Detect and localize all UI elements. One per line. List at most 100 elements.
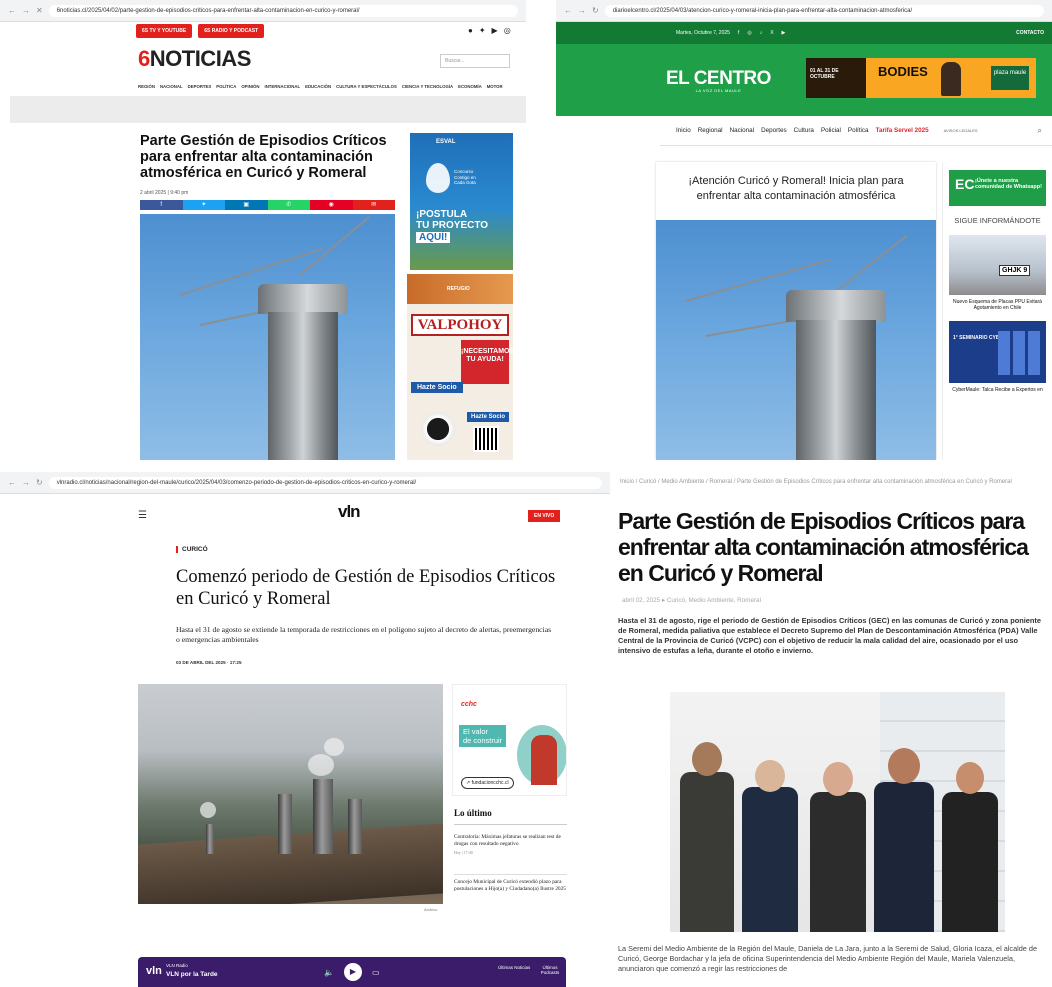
facebook-icon[interactable]: ● [468, 26, 473, 35]
ad-link-button[interactable]: ↗ fundacioncchc.cl [461, 777, 514, 789]
reload-icon[interactable]: ↻ [36, 478, 43, 487]
water-drop-icon [426, 163, 450, 193]
menu-item[interactable]: NACIONAL [160, 84, 183, 89]
whatsapp-banner[interactable]: EC ¡Únete a nuestra comunidad de Whatsap… [949, 170, 1046, 206]
nav-item-highlight[interactable]: Tarifa Servel 2025 [876, 127, 929, 134]
site-logo[interactable]: vln [338, 502, 361, 522]
hazte-socio-label-2[interactable]: Hazte Socio [467, 412, 510, 422]
forward-icon[interactable]: → [22, 6, 30, 15]
nav-item[interactable]: Política [848, 127, 869, 134]
help-badge: ¡NECESITAMOS TU AYUDA! [461, 340, 513, 384]
menu-item[interactable]: DEPORTES [188, 84, 212, 89]
bodies-banner-ad[interactable]: 01 AL 31 DE OCTUBRE BODIES plaza maule [806, 58, 1036, 98]
nav-item[interactable]: Inicio [676, 127, 691, 134]
nav-item[interactable]: Regional [698, 127, 723, 134]
news-title[interactable]: Contraloría: Máximas jefaturas se realiz… [454, 834, 567, 847]
instagram-icon[interactable]: ◎ [747, 30, 751, 36]
player-controls: 🔈 ▶ ▭ [324, 963, 380, 981]
banner-dates: 01 AL 31 DE OCTUBRE [806, 58, 866, 98]
cchc-ad[interactable]: cchc El valor de construir ↗ fundacioncc… [452, 684, 567, 796]
facebook-icon[interactable]: f [738, 30, 739, 36]
avisos-legales-link[interactable]: AVISOS LEGALES [944, 128, 978, 133]
nav-item[interactable]: Deportes [761, 127, 787, 134]
news-thumbnail[interactable]: GHJK 9 [949, 235, 1046, 295]
site-logo[interactable]: 6NOTICIAS [138, 46, 251, 72]
news-caption[interactable]: CyberMaule: Talca Recibe a Expertos en [943, 383, 1052, 393]
breadcrumb[interactable]: Inicio / Curicó / Medio Ambiente / Romer… [620, 478, 1050, 486]
menu-item[interactable]: MOTOR [487, 84, 503, 89]
share-whatsapp-icon[interactable]: ✆ [267, 200, 310, 210]
youtube-icon[interactable]: ▶ [782, 30, 786, 36]
nav-item[interactable]: Policial [821, 127, 841, 134]
banner-mall-logo: plaza maule [991, 66, 1029, 90]
menu-item[interactable]: OPINIÓN [241, 84, 259, 89]
contacto-link[interactable]: CONTACTO [1016, 30, 1044, 36]
menu-item[interactable]: EDUCACIÓN [305, 84, 331, 89]
article-lead: Hasta el 31 de agosto, rige el periodo d… [618, 616, 1041, 655]
back-icon[interactable]: ← [8, 478, 16, 487]
share-pinterest-icon[interactable]: ◉ [310, 200, 353, 210]
nav-item[interactable]: Nacional [730, 127, 755, 134]
youtube-icon[interactable]: ▶ [492, 26, 498, 35]
reload-icon[interactable]: ↻ [592, 6, 599, 15]
menu-item[interactable]: POLÍTICA [216, 84, 236, 89]
search-icon[interactable]: ⌕ [1038, 126, 1042, 136]
instagram-icon[interactable]: ◎ [504, 26, 511, 35]
news-caption[interactable]: Nuevo Esquema de Placas PPU Evitará Agot… [943, 295, 1052, 311]
logo-text: NOTICIAS [149, 46, 252, 71]
search-input[interactable]: Buscar... [440, 54, 510, 68]
url-field[interactable]: diarioelcentro.cl/2025/04/03/atencion-cu… [604, 4, 1044, 17]
nav-item[interactable]: Cultura [794, 127, 814, 134]
ad-cta[interactable]: AQUÍ! [416, 232, 451, 243]
menu-item[interactable]: ECONOMÍA [458, 84, 482, 89]
address-bar[interactable]: ← → ↻ vlnradio.cl/noticias/nacional/regi… [0, 472, 610, 494]
esval-ad[interactable]: ESVAL Concurso Contigo en Cada Gota ¡POS… [410, 133, 513, 270]
tv-youtube-button[interactable]: 6S TV Y YOUTUBE [136, 24, 193, 38]
article-lead: Hasta el 31 de agosto se extiende la tem… [176, 625, 552, 644]
main-menu: REGIÓN NACIONAL DEPORTES POLÍTICA OPINIÓ… [138, 84, 503, 89]
share-linkedin-icon[interactable]: ▣ [225, 200, 268, 210]
menu-item[interactable]: REGIÓN [138, 84, 155, 89]
category-label[interactable]: CURICÓ [176, 546, 208, 553]
news-thumbnail[interactable]: 1° SEMINARIO CYBERMAULE [949, 321, 1046, 383]
address-bar[interactable]: ← → ✕ 6noticias.cl/2025/04/02/parte-gest… [0, 0, 526, 22]
article-headline: Comenzó periodo de Gestión de Episodios … [176, 567, 556, 609]
share-twitter-icon[interactable]: ✦ [182, 200, 225, 210]
news-title[interactable]: Concejo Municipal de Curicó extendió pla… [454, 879, 567, 892]
tiktok-icon[interactable]: ♪ [760, 30, 763, 36]
play-icon[interactable]: ▶ [343, 963, 362, 981]
back-icon[interactable]: ← [8, 6, 16, 15]
panel-vln-radio: ← → ↻ vlnradio.cl/noticias/nacional/regi… [0, 472, 610, 987]
back-icon[interactable]: ← [564, 6, 572, 15]
twitter-icon[interactable]: ✦ [479, 26, 486, 35]
forward-icon[interactable]: → [578, 6, 586, 15]
latest-news-button[interactable]: Últimas Noticias [498, 965, 530, 970]
refugio-valpohoy-ad[interactable]: REFUGIO VALPOHOY ¡NECESITAMOS TU AYUDA! … [407, 274, 513, 460]
volume-icon[interactable]: 🔈 [324, 968, 334, 977]
x-icon[interactable]: X [770, 30, 773, 36]
share-facebook-icon[interactable]: f [140, 200, 183, 210]
menu-item[interactable]: CULTURA Y ESPECTÁCULOS [336, 84, 397, 89]
ad-brand: cchc [461, 701, 477, 708]
menu-icon[interactable]: ☰ [138, 510, 147, 521]
close-icon[interactable]: ✕ [36, 6, 43, 15]
share-email-icon[interactable]: ✉ [352, 200, 395, 210]
latest-podcasts-button[interactable]: Últimos Podcasts [534, 965, 566, 975]
refugio-banner: REFUGIO [407, 274, 513, 304]
site-logo[interactable]: EL CENTRO LA VOZ DEL MAULE [666, 68, 771, 93]
en-vivo-button[interactable]: EN VIVO [528, 510, 561, 522]
hazte-socio-label[interactable]: Hazte Socio [411, 382, 463, 393]
forward-icon[interactable]: → [22, 478, 30, 487]
address-bar[interactable]: ← → ↻ diarioelcentro.cl/2025/04/03/atenc… [556, 0, 1052, 22]
radio-podcast-button[interactable]: 6S RADIO Y PODCAST [198, 24, 265, 38]
cast-icon[interactable]: ▭ [372, 968, 380, 977]
url-field[interactable]: 6noticias.cl/2025/04/02/parte-gestion-de… [48, 4, 518, 17]
menu-item[interactable]: INTERNACIONAL [265, 84, 301, 89]
ad-line: El valor [463, 727, 489, 736]
url-field[interactable]: vlnradio.cl/noticias/nacional/region-del… [48, 476, 602, 489]
article-date: 2 abril 2025 | 9:40 pm [140, 190, 189, 196]
menu-item[interactable]: CIENCIA Y TECNOLOGÍA [402, 84, 453, 89]
share-bar: f ✦ ▣ ✆ ◉ ✉ [140, 200, 395, 210]
news-item[interactable]: Contraloría: Máximas jefaturas se realiz… [454, 834, 567, 857]
news-item[interactable]: Concejo Municipal de Curicó extendió pla… [454, 874, 567, 892]
